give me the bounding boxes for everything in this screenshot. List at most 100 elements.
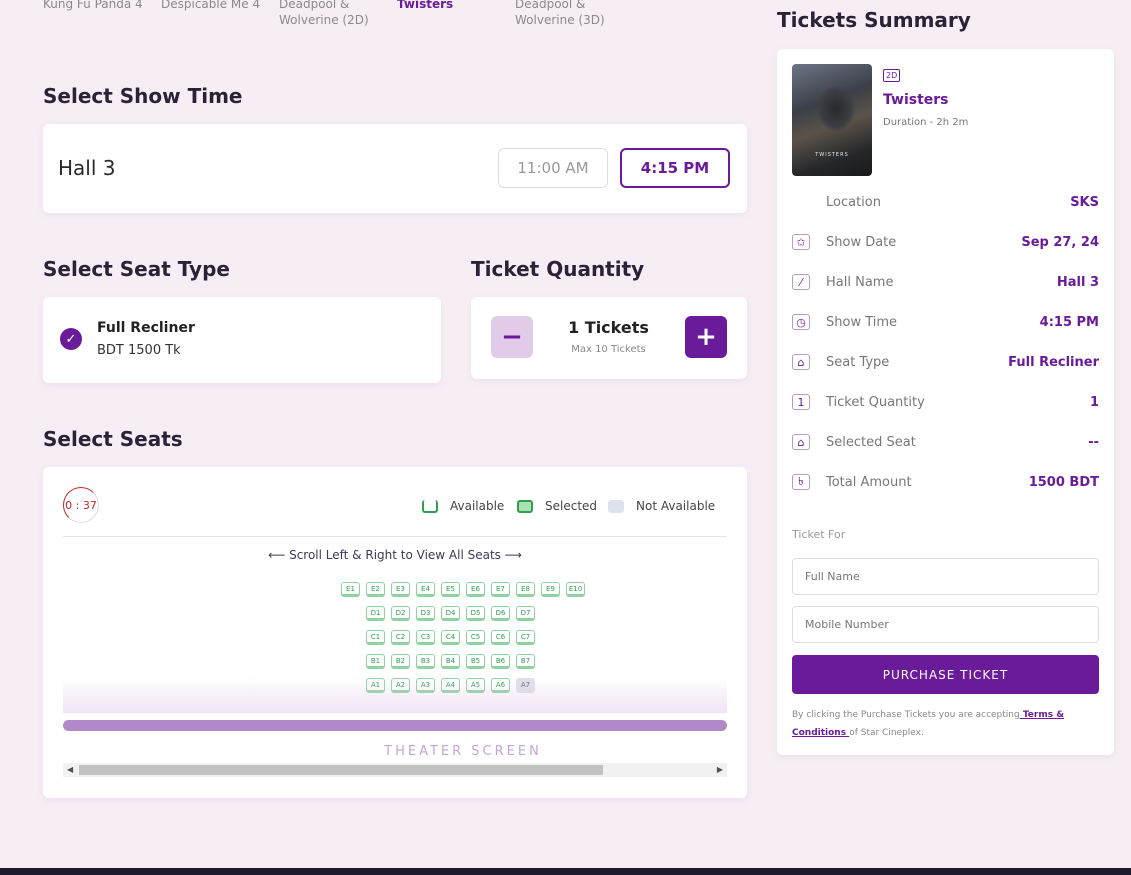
- seat-c2[interactable]: C2: [391, 630, 410, 645]
- summary-label: Total Amount: [826, 475, 912, 490]
- ticket-for-label: Ticket For: [792, 528, 846, 541]
- seat-b5[interactable]: B5: [466, 654, 485, 669]
- seat-e7[interactable]: E7: [491, 582, 510, 597]
- mobile-number-input[interactable]: [792, 606, 1099, 643]
- summary-row-selected-seat: ⌂ Selected Seat --: [792, 433, 1099, 453]
- movie-tab-deadpool-3d[interactable]: Deadpool & Wolverine (3D): [515, 0, 605, 28]
- scroll-left-icon[interactable]: ◀: [67, 763, 73, 777]
- seat-c6[interactable]: C6: [491, 630, 510, 645]
- purchase-ticket-button[interactable]: PURCHASE TICKET: [792, 655, 1099, 694]
- legend-selected: Selected: [517, 499, 597, 513]
- movie-tab-despicable-me[interactable]: Despicable Me 4: [161, 0, 260, 12]
- poster-title: TWISTERS: [815, 152, 849, 158]
- movie-title-line1: Deadpool &: [279, 0, 350, 11]
- ticket-quantity-heading: Ticket Quantity: [471, 257, 645, 281]
- movie-title: Twisters: [397, 0, 454, 11]
- seat-d3[interactable]: D3: [416, 606, 435, 621]
- scrollbar-thumb[interactable]: [79, 765, 603, 775]
- movie-title: Despicable Me 4: [161, 0, 261, 11]
- seat-d2[interactable]: D2: [391, 606, 410, 621]
- summary-value: SKS: [1070, 195, 1099, 210]
- selected-seat-icon: ⌂: [792, 434, 810, 450]
- summary-row-ticket-quantity: 1 Ticket Quantity 1: [792, 393, 1099, 413]
- summary-label: Seat Type: [826, 355, 890, 370]
- seat-b4[interactable]: B4: [441, 654, 460, 669]
- seat-e5[interactable]: E5: [441, 582, 460, 597]
- movie-title-line2: Wolverine (2D): [279, 13, 369, 27]
- terms-suffix: of Star Cineplex.: [849, 728, 924, 738]
- seat-b6[interactable]: B6: [491, 654, 510, 669]
- seat-type-option[interactable]: ✓ Full Recliner BDT 1500 Tk: [43, 297, 441, 383]
- decrease-quantity-button[interactable]: −: [491, 316, 533, 358]
- format-badge: 2D: [883, 69, 901, 82]
- seat-e10[interactable]: E10: [566, 582, 585, 597]
- summary-label: Ticket Quantity: [826, 395, 925, 410]
- legend-available: Available: [422, 499, 504, 513]
- seat-b7[interactable]: B7: [516, 654, 535, 669]
- summary-row-total-amount: ৳ Total Amount 1500 BDT: [792, 473, 1099, 493]
- summary-label: Hall Name: [826, 275, 894, 290]
- summary-label: Selected Seat: [826, 435, 916, 450]
- seat-c5[interactable]: C5: [466, 630, 485, 645]
- full-name-input[interactable]: [792, 558, 1099, 595]
- summary-value: Hall 3: [1056, 275, 1099, 290]
- seat-d1[interactable]: D1: [366, 606, 385, 621]
- theater-screen-label: THEATER SCREEN: [384, 744, 542, 759]
- summary-card: TWISTERS 2D Twisters Duration - 2h 2m Lo…: [777, 49, 1114, 755]
- seat-c1[interactable]: C1: [366, 630, 385, 645]
- horizontal-scrollbar[interactable]: ◀ ▶: [63, 763, 727, 777]
- seat-map-card: 0 : 37 Available Selected Not Available …: [43, 467, 747, 798]
- summary-row-show-time: ◷ Show Time 4:15 PM: [792, 313, 1099, 333]
- scroll-right-icon[interactable]: ▶: [717, 763, 723, 777]
- seat-e1[interactable]: E1: [341, 582, 360, 597]
- summary-row-seat-type: ⌂ Seat Type Full Recliner: [792, 353, 1099, 373]
- summary-row-location: Location SKS: [792, 193, 1099, 213]
- taka-icon: ৳: [792, 474, 810, 490]
- not-available-seat-icon: [608, 499, 624, 513]
- showtime-button-415[interactable]: 4:15 PM: [620, 148, 730, 188]
- seat-e8[interactable]: E8: [516, 582, 535, 597]
- summary-value: 1500 BDT: [1028, 475, 1099, 490]
- seat-b3[interactable]: B3: [416, 654, 435, 669]
- calendar-icon: ✩: [792, 234, 810, 250]
- seat-d5[interactable]: D5: [466, 606, 485, 621]
- seat-d7[interactable]: D7: [516, 606, 535, 621]
- seat-b2[interactable]: B2: [391, 654, 410, 669]
- ticket-quantity-card: − 1 Tickets Max 10 Tickets +: [471, 297, 747, 379]
- legend-not-available-label: Not Available: [636, 499, 716, 513]
- legend-available-label: Available: [450, 499, 505, 513]
- terms-text: By clicking the Purchase Tickets you are…: [792, 706, 1099, 742]
- movie-title-line2: Wolverine (3D): [515, 13, 605, 27]
- seat-c4[interactable]: C4: [441, 630, 460, 645]
- movie-tab-deadpool-2d[interactable]: Deadpool & Wolverine (2D): [279, 0, 369, 28]
- seat-e2[interactable]: E2: [366, 582, 385, 597]
- showtime-button-1100[interactable]: 11:00 AM: [498, 148, 608, 188]
- summary-row-hall-name: ⁄ Hall Name Hall 3: [792, 273, 1099, 293]
- seat-c7[interactable]: C7: [516, 630, 535, 645]
- summary-value: Sep 27, 24: [1021, 235, 1099, 250]
- movie-tab-twisters[interactable]: Twisters: [397, 0, 453, 12]
- seat-c3[interactable]: C3: [416, 630, 435, 645]
- seat-d4[interactable]: D4: [441, 606, 460, 621]
- seat-e3[interactable]: E3: [391, 582, 410, 597]
- seats-heading: Select Seats: [43, 427, 183, 451]
- movie-duration: Duration - 2h 2m: [883, 117, 969, 128]
- seat-type-heading: Select Seat Type: [43, 257, 230, 281]
- available-seat-icon: [422, 499, 438, 513]
- check-icon: ✓: [60, 328, 82, 350]
- selected-seat-icon: [517, 499, 533, 513]
- ticket-icon: ⁄: [792, 274, 810, 290]
- countdown-timer: 0 : 37: [63, 487, 99, 523]
- screen-glow: [63, 677, 727, 713]
- seat-d6[interactable]: D6: [491, 606, 510, 621]
- quantity-icon: 1: [792, 394, 810, 410]
- seat-e6[interactable]: E6: [466, 582, 485, 597]
- seat-e9[interactable]: E9: [541, 582, 560, 597]
- increase-quantity-button[interactable]: +: [685, 316, 727, 358]
- movie-title: Kung Fu Panda 4: [43, 0, 143, 11]
- movie-title-line1: Deadpool &: [515, 0, 586, 11]
- movie-tab-kung-fu-panda[interactable]: Kung Fu Panda 4: [43, 0, 143, 12]
- seat-type-name: Full Recliner: [97, 320, 195, 336]
- seat-b1[interactable]: B1: [366, 654, 385, 669]
- seat-e4[interactable]: E4: [416, 582, 435, 597]
